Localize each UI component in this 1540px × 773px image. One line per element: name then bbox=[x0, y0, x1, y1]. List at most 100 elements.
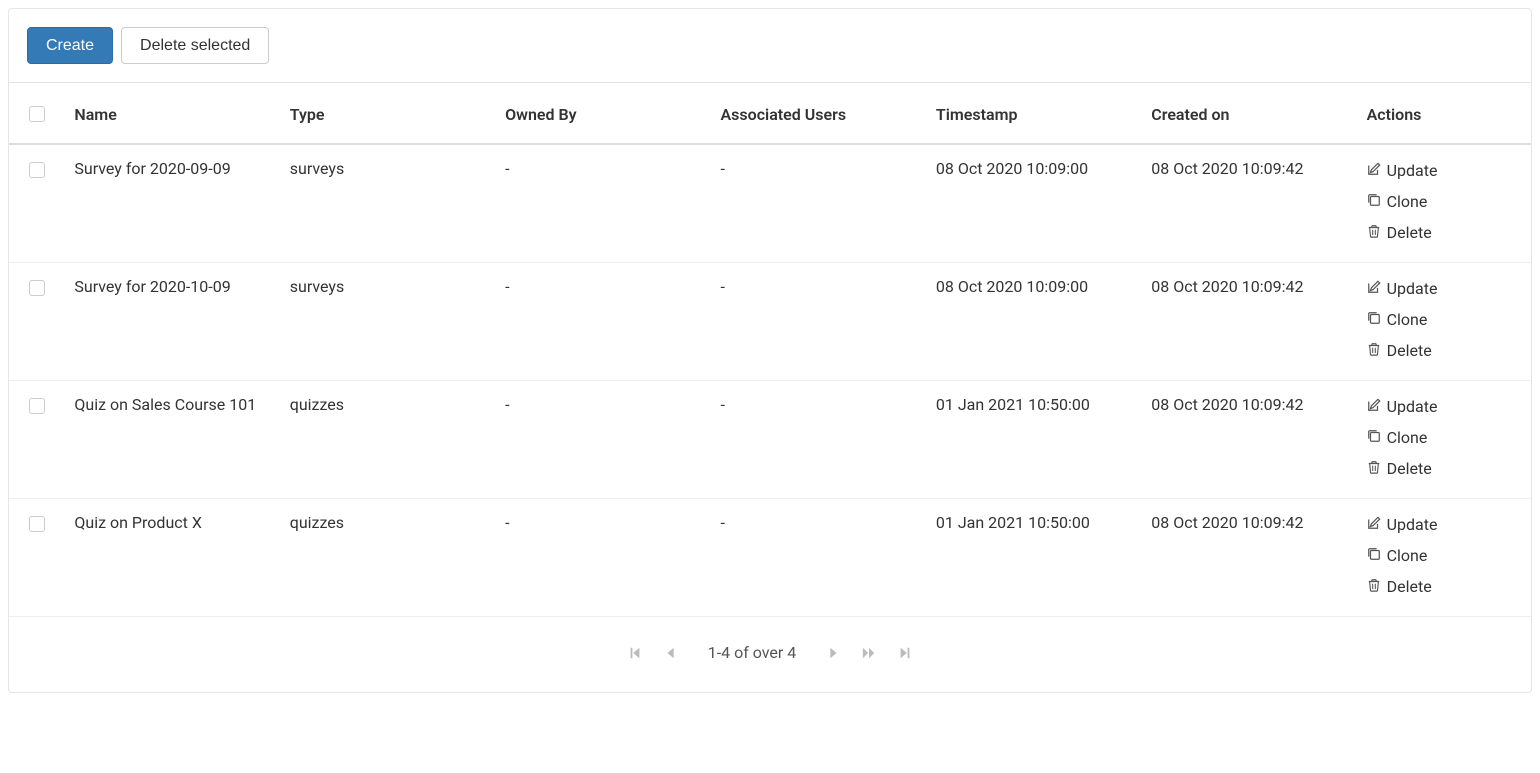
pager-info: 1-4 of over 4 bbox=[700, 643, 805, 662]
table-wrap: Name Type Owned By Associated Users Time… bbox=[9, 83, 1531, 692]
cell-type: surveys bbox=[280, 144, 495, 263]
pager-fast-forward-button[interactable] bbox=[862, 646, 876, 660]
cell-name: Quiz on Product X bbox=[64, 499, 279, 617]
action-clone-label: Clone bbox=[1387, 546, 1428, 565]
cell-owned-by: - bbox=[495, 263, 710, 381]
column-header-created-on[interactable]: Created on bbox=[1141, 83, 1356, 144]
create-button[interactable]: Create bbox=[27, 27, 113, 64]
action-update-label: Update bbox=[1387, 161, 1438, 180]
cell-actions: Update Clone Delete bbox=[1357, 144, 1531, 263]
column-header-type[interactable]: Type bbox=[280, 83, 495, 144]
cell-type: surveys bbox=[280, 263, 495, 381]
action-delete-link[interactable]: Delete bbox=[1367, 453, 1521, 484]
trash-icon bbox=[1367, 341, 1381, 360]
action-update-link[interactable]: Update bbox=[1367, 159, 1521, 186]
cell-created-on: 08 Oct 2020 10:09:42 bbox=[1141, 381, 1356, 499]
copy-icon bbox=[1367, 428, 1381, 447]
column-header-select bbox=[9, 83, 64, 144]
cell-timestamp: 08 Oct 2020 10:09:00 bbox=[926, 263, 1141, 381]
column-header-timestamp[interactable]: Timestamp bbox=[926, 83, 1141, 144]
action-delete-link[interactable]: Delete bbox=[1367, 571, 1521, 602]
cell-owned-by: - bbox=[495, 144, 710, 263]
cell-actions: Update Clone Delete bbox=[1357, 499, 1531, 617]
action-delete-label: Delete bbox=[1387, 341, 1432, 360]
action-delete-link[interactable]: Delete bbox=[1367, 335, 1521, 366]
cell-name: Survey for 2020-09-09 bbox=[64, 144, 279, 263]
cell-created-on: 08 Oct 2020 10:09:42 bbox=[1141, 263, 1356, 381]
cell-select bbox=[9, 381, 64, 499]
column-header-owned-by[interactable]: Owned By bbox=[495, 83, 710, 144]
action-clone-link[interactable]: Clone bbox=[1367, 422, 1521, 453]
action-update-label: Update bbox=[1387, 397, 1438, 416]
cell-select bbox=[9, 263, 64, 381]
trash-icon bbox=[1367, 577, 1381, 596]
cell-owned-by: - bbox=[495, 499, 710, 617]
step-backward-icon bbox=[628, 646, 642, 660]
edit-icon bbox=[1367, 397, 1381, 416]
fast-forward-icon bbox=[862, 646, 876, 660]
cell-name: Survey for 2020-10-09 bbox=[64, 263, 279, 381]
row-select-checkbox[interactable] bbox=[29, 516, 45, 532]
delete-selected-button[interactable]: Delete selected bbox=[121, 27, 269, 64]
action-clone-label: Clone bbox=[1387, 428, 1428, 447]
table-row: Quiz on Sales Course 101quizzes--01 Jan … bbox=[9, 381, 1531, 499]
pager-prev-button[interactable] bbox=[664, 646, 678, 660]
cell-type: quizzes bbox=[280, 381, 495, 499]
surveys-panel: Create Delete selected Name Type Owned B… bbox=[8, 8, 1532, 693]
cell-select bbox=[9, 499, 64, 617]
column-header-name[interactable]: Name bbox=[64, 83, 279, 144]
row-select-checkbox[interactable] bbox=[29, 162, 45, 178]
cell-created-on: 08 Oct 2020 10:09:42 bbox=[1141, 499, 1356, 617]
cell-timestamp: 01 Jan 2021 10:50:00 bbox=[926, 381, 1141, 499]
cell-associated-users: - bbox=[711, 499, 926, 617]
caret-right-icon bbox=[826, 646, 840, 660]
column-header-associated-users[interactable]: Associated Users bbox=[711, 83, 926, 144]
cell-actions: Update Clone Delete bbox=[1357, 381, 1531, 499]
table-row: Quiz on Product Xquizzes--01 Jan 2021 10… bbox=[9, 499, 1531, 617]
row-select-checkbox[interactable] bbox=[29, 280, 45, 296]
select-all-checkbox[interactable] bbox=[29, 106, 45, 122]
pager-last-button[interactable] bbox=[898, 646, 912, 660]
pager-first-button[interactable] bbox=[628, 646, 642, 660]
step-forward-icon bbox=[898, 646, 912, 660]
action-update-link[interactable]: Update bbox=[1367, 277, 1521, 304]
cell-select bbox=[9, 144, 64, 263]
column-header-actions: Actions bbox=[1357, 83, 1531, 144]
action-delete-label: Delete bbox=[1387, 577, 1432, 596]
cell-owned-by: - bbox=[495, 381, 710, 499]
cell-timestamp: 01 Jan 2021 10:50:00 bbox=[926, 499, 1141, 617]
action-delete-label: Delete bbox=[1387, 223, 1432, 242]
caret-left-icon bbox=[664, 646, 678, 660]
action-clone-label: Clone bbox=[1387, 310, 1428, 329]
action-update-link[interactable]: Update bbox=[1367, 513, 1521, 540]
table-row: Survey for 2020-10-09surveys--08 Oct 202… bbox=[9, 263, 1531, 381]
table-row: Survey for 2020-09-09surveys--08 Oct 202… bbox=[9, 144, 1531, 263]
edit-icon bbox=[1367, 279, 1381, 298]
action-update-link[interactable]: Update bbox=[1367, 395, 1521, 422]
cell-timestamp: 08 Oct 2020 10:09:00 bbox=[926, 144, 1141, 263]
cell-associated-users: - bbox=[711, 263, 926, 381]
edit-icon bbox=[1367, 161, 1381, 180]
action-clone-link[interactable]: Clone bbox=[1367, 540, 1521, 571]
copy-icon bbox=[1367, 192, 1381, 211]
action-delete-link[interactable]: Delete bbox=[1367, 217, 1521, 248]
action-clone-link[interactable]: Clone bbox=[1367, 304, 1521, 335]
action-update-label: Update bbox=[1387, 279, 1438, 298]
action-clone-link[interactable]: Clone bbox=[1367, 186, 1521, 217]
cell-associated-users: - bbox=[711, 144, 926, 263]
cell-associated-users: - bbox=[711, 381, 926, 499]
copy-icon bbox=[1367, 546, 1381, 565]
table-header-row: Name Type Owned By Associated Users Time… bbox=[9, 83, 1531, 144]
row-select-checkbox[interactable] bbox=[29, 398, 45, 414]
paginator: 1-4 of over 4 bbox=[9, 617, 1531, 692]
pager-next-button[interactable] bbox=[826, 646, 840, 660]
trash-icon bbox=[1367, 459, 1381, 478]
cell-type: quizzes bbox=[280, 499, 495, 617]
cell-created-on: 08 Oct 2020 10:09:42 bbox=[1141, 144, 1356, 263]
toolbar: Create Delete selected bbox=[9, 9, 1531, 83]
action-update-label: Update bbox=[1387, 515, 1438, 534]
copy-icon bbox=[1367, 310, 1381, 329]
action-clone-label: Clone bbox=[1387, 192, 1428, 211]
action-delete-label: Delete bbox=[1387, 459, 1432, 478]
cell-actions: Update Clone Delete bbox=[1357, 263, 1531, 381]
